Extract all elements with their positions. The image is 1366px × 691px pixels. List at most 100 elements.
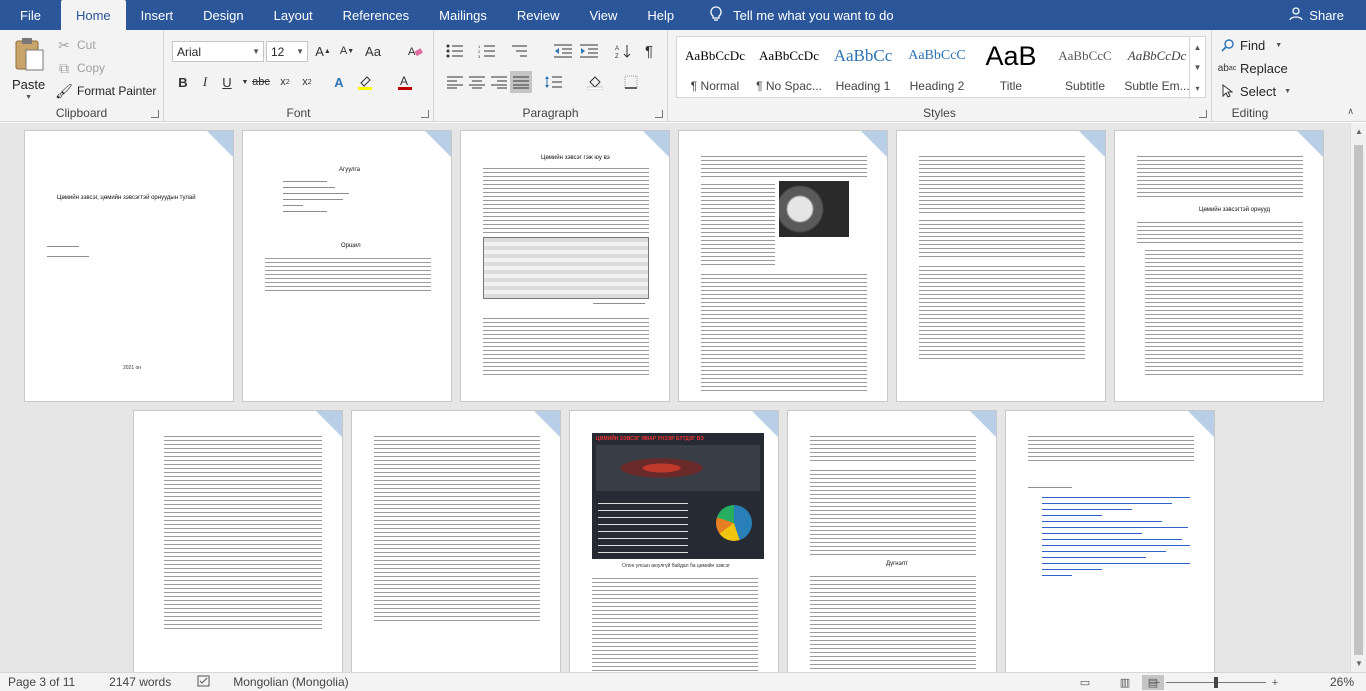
- italic-icon[interactable]: I: [194, 71, 216, 93]
- reference-link[interactable]: [1042, 539, 1182, 540]
- replace-button[interactable]: ab ac Replace: [1218, 59, 1288, 77]
- zoom-slider-thumb[interactable]: [1214, 677, 1218, 688]
- reference-link[interactable]: [1042, 521, 1162, 522]
- cut-button[interactable]: ✂ Cut: [55, 36, 96, 54]
- more-icon[interactable]: ▾: [1195, 84, 1199, 93]
- decrease-indent-icon[interactable]: [552, 40, 574, 62]
- page-thumbnail-5[interactable]: [896, 130, 1106, 402]
- format-painter-button[interactable]: 🖌 Format Painter: [55, 82, 156, 100]
- bullets-icon[interactable]: [444, 40, 466, 62]
- styles-launcher-icon[interactable]: [1199, 110, 1207, 118]
- font-launcher-icon[interactable]: [421, 110, 429, 118]
- tab-file[interactable]: File: [0, 0, 61, 30]
- borders-icon[interactable]: [620, 71, 642, 93]
- shading-icon[interactable]: [584, 71, 606, 93]
- page-thumbnail-3[interactable]: Цөмийн зэвсэг гэж юу вэ: [460, 130, 670, 402]
- reference-link[interactable]: [1042, 503, 1172, 504]
- page-count[interactable]: Page 3 of 11: [8, 675, 75, 689]
- multilevel-list-icon[interactable]: [508, 40, 530, 62]
- align-left-icon[interactable]: [444, 71, 466, 93]
- page-thumbnail-4[interactable]: [678, 130, 888, 402]
- increase-indent-icon[interactable]: [578, 40, 600, 62]
- select-button[interactable]: Select ▼: [1218, 82, 1291, 100]
- align-center-icon[interactable]: [466, 71, 488, 93]
- paste-button[interactable]: Paste ▼: [12, 36, 45, 101]
- reference-link[interactable]: [1042, 569, 1102, 570]
- clear-formatting-icon[interactable]: A: [404, 40, 426, 62]
- sort-icon[interactable]: AZ: [612, 40, 634, 62]
- line-spacing-icon[interactable]: [542, 71, 564, 93]
- share-button[interactable]: Share: [1289, 0, 1344, 30]
- reference-link[interactable]: [1042, 575, 1072, 576]
- find-button[interactable]: Find ▼: [1218, 36, 1282, 54]
- vertical-scrollbar[interactable]: ▲ ▼: [1350, 123, 1366, 672]
- page-thumbnail-6[interactable]: Цөмийн зэвсэгтэй орнууд: [1114, 130, 1324, 402]
- proofing-icon[interactable]: [197, 675, 211, 690]
- page-thumbnail-9[interactable]: ЦӨМИЙН ЗЭВСЭГ ЯМАР УНЭЭР БҮТДЭГ ВЭ Олон …: [569, 410, 779, 672]
- page-thumbnail-11[interactable]: [1005, 410, 1215, 672]
- style-subtitle[interactable]: AaBbCcC Subtitle: [1049, 39, 1121, 97]
- align-right-icon[interactable]: [488, 71, 510, 93]
- reference-link[interactable]: [1042, 545, 1190, 546]
- word-count[interactable]: 2147 words: [109, 675, 171, 689]
- tab-home[interactable]: Home: [60, 0, 126, 30]
- copy-button[interactable]: ⧉ Copy: [55, 59, 105, 77]
- tab-help[interactable]: Help: [632, 0, 689, 30]
- style-normal[interactable]: AaBbCcDc ¶ Normal: [679, 39, 751, 97]
- language[interactable]: Mongolian (Mongolia): [233, 675, 348, 689]
- style-heading-2[interactable]: AaBbCcC Heading 2: [901, 39, 973, 97]
- tab-design[interactable]: Design: [188, 0, 258, 30]
- chevron-down-icon[interactable]: ▼: [1355, 659, 1363, 668]
- reference-link[interactable]: [1042, 515, 1102, 516]
- chevron-up-icon[interactable]: ▲: [1194, 43, 1202, 52]
- font-color-icon[interactable]: A: [394, 71, 416, 93]
- reference-link[interactable]: [1042, 527, 1188, 528]
- reference-link[interactable]: [1042, 563, 1190, 564]
- chevron-up-icon[interactable]: ▲: [1355, 127, 1363, 136]
- page-thumbnail-8[interactable]: [351, 410, 561, 672]
- font-size-combo[interactable]: 12 ▼: [266, 41, 308, 62]
- superscript-icon[interactable]: x2: [296, 71, 318, 93]
- tell-me-box[interactable]: Tell me what you want to do: [689, 0, 894, 30]
- pilcrow-icon[interactable]: ¶: [638, 40, 660, 62]
- justify-icon[interactable]: [510, 71, 532, 93]
- style-no-spacing[interactable]: AaBbCcDc ¶ No Spac...: [753, 39, 825, 97]
- shrink-font-icon[interactable]: A ▼: [336, 40, 358, 62]
- paragraph-launcher-icon[interactable]: [655, 110, 663, 118]
- tab-insert[interactable]: Insert: [126, 0, 189, 30]
- tab-layout[interactable]: Layout: [259, 0, 328, 30]
- styles-gallery-scroll[interactable]: ▲ ▼ ▾: [1189, 37, 1205, 99]
- text-effects-icon[interactable]: A: [328, 71, 350, 93]
- read-mode-icon[interactable]: ▥: [1114, 675, 1136, 690]
- highlight-icon[interactable]: [354, 71, 376, 93]
- tab-mailings[interactable]: Mailings: [424, 0, 502, 30]
- chevron-down-icon[interactable]: ▼: [1194, 63, 1202, 72]
- subscript-icon[interactable]: x2: [274, 71, 296, 93]
- reference-link[interactable]: [1042, 497, 1190, 498]
- page-thumbnail-1[interactable]: Цөмийн зэвсэг, цөмийн зэвсэгтэй орнуудын…: [24, 130, 234, 402]
- numbering-icon[interactable]: 123: [476, 40, 498, 62]
- strikethrough-icon[interactable]: abc: [250, 71, 272, 93]
- reference-link[interactable]: [1042, 551, 1166, 552]
- reference-link[interactable]: [1042, 509, 1132, 510]
- zoom-level[interactable]: 26%: [1330, 675, 1354, 689]
- page-thumbnail-10[interactable]: Дүгнэлт: [787, 410, 997, 672]
- page-thumbnail-2[interactable]: Агуулга Оршил: [242, 130, 452, 402]
- style-title[interactable]: AaB Title: [975, 39, 1047, 97]
- style-subtle-emphasis[interactable]: AaBbCcDc Subtle Em...: [1121, 39, 1193, 97]
- clipboard-launcher-icon[interactable]: [151, 110, 159, 118]
- page-thumbnail-7[interactable]: [133, 410, 343, 672]
- style-heading-1[interactable]: AaBbCc Heading 1: [827, 39, 899, 97]
- zoom-in-icon[interactable]: +: [1268, 675, 1282, 690]
- tab-view[interactable]: View: [574, 0, 632, 30]
- tab-references[interactable]: References: [328, 0, 424, 30]
- collapse-ribbon-icon[interactable]: ∧: [1347, 106, 1354, 117]
- grow-font-icon[interactable]: A ▲: [312, 40, 334, 62]
- reference-link[interactable]: [1042, 533, 1142, 534]
- reference-link[interactable]: [1042, 557, 1146, 558]
- bold-icon[interactable]: B: [172, 71, 194, 93]
- zoom-out-icon[interactable]: −: [1150, 675, 1164, 690]
- tab-review[interactable]: Review: [502, 0, 575, 30]
- scrollbar-thumb[interactable]: [1354, 145, 1363, 655]
- change-case-icon[interactable]: Aa: [362, 40, 384, 62]
